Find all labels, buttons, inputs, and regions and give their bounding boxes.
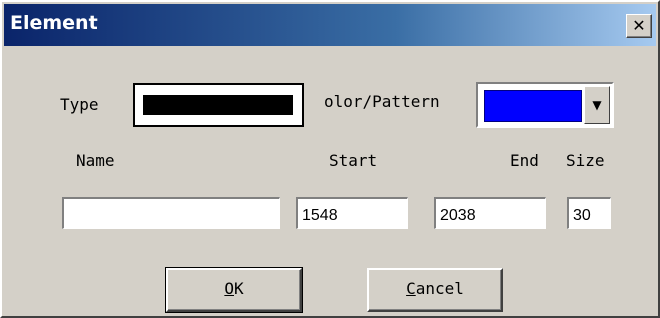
type-swatch-button[interactable] (133, 83, 304, 127)
ok-button[interactable]: OK (165, 267, 303, 313)
cancel-button[interactable]: Cancel (367, 268, 503, 312)
type-swatch-fill (143, 95, 293, 115)
window-title: Element (10, 12, 98, 34)
cancel-label: ancel (415, 279, 464, 298)
chevron-down-icon: ▼ (592, 98, 602, 112)
close-icon: ✕ (632, 16, 646, 35)
color-pattern-dropdown[interactable]: ▼ (476, 82, 614, 128)
close-button[interactable]: ✕ (626, 14, 652, 38)
dropdown-arrow-button[interactable]: ▼ (584, 86, 610, 124)
element-dialog: Element ✕ Type olor/Pattern ▼ Name Start… (0, 0, 660, 318)
title-bar[interactable]: Element ✕ (4, 4, 656, 46)
size-input[interactable] (567, 197, 611, 229)
selected-color-swatch (484, 90, 582, 122)
start-label: Start (329, 151, 378, 170)
cancel-accel: C (406, 279, 416, 298)
name-label: Name (76, 151, 115, 170)
end-label: End (510, 151, 539, 170)
end-input[interactable] (434, 197, 546, 229)
ok-label: K (234, 279, 244, 298)
color-pattern-label: olor/Pattern (324, 92, 440, 111)
type-label: Type (60, 95, 99, 114)
ok-accel: O (224, 279, 234, 298)
name-input[interactable] (62, 197, 280, 229)
size-label: Size (566, 151, 605, 170)
start-input[interactable] (296, 197, 408, 229)
